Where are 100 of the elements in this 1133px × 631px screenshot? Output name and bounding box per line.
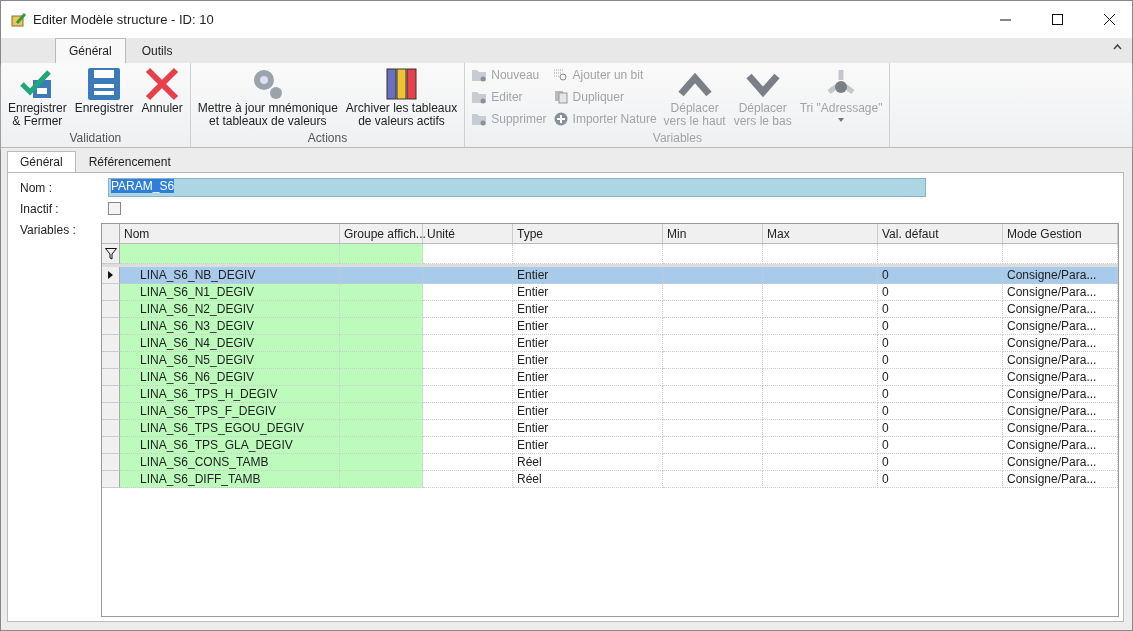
table-cell: 0 [878, 335, 1003, 352]
ribbon-button[interactable]: Archiver les tableaux de valeurs actifs [342, 66, 461, 131]
ribbon-button[interactable]: Enregistrer & Fermer [5, 66, 70, 131]
table-row[interactable]: LINA_S6_N3_DEGIV Entier 0 Consigne/Para... [102, 318, 1118, 335]
table-cell: 0 [878, 301, 1003, 318]
table-cell: Entier [513, 369, 663, 386]
group-label: Variables [651, 131, 703, 147]
column-header[interactable]: Val. défaut [878, 224, 1003, 243]
window-title: Editer Modèle structure - ID: 10 [33, 12, 215, 27]
ribbon-tab[interactable]: Outils [127, 38, 187, 63]
table-cell: Entier [513, 386, 663, 403]
table-cell: Entier [513, 420, 663, 437]
table-cell: 0 [878, 386, 1003, 403]
ribbon-button[interactable]: Annuler [138, 66, 186, 131]
filter-cell[interactable] [663, 244, 763, 264]
column-header[interactable]: Mode Gestion [1003, 224, 1118, 243]
table-cell: Réel [513, 471, 663, 488]
column-header[interactable]: Max [763, 224, 878, 243]
table-cell: 0 [878, 403, 1003, 420]
table-cell: 0 [878, 437, 1003, 454]
table-cell: Consigne/Para... [1003, 335, 1118, 352]
filter-cell[interactable] [120, 244, 340, 264]
table-row[interactable]: LINA_S6_N4_DEGIV Entier 0 Consigne/Para... [102, 335, 1118, 352]
folder-icon [471, 112, 488, 126]
table-cell: Entier [513, 352, 663, 369]
field-label: Variables : [20, 223, 77, 239]
table-cell: Entier [513, 267, 663, 284]
table-cell: LINA_S6_N5_DEGIV [120, 352, 340, 369]
table-cell: Consigne/Para... [1003, 454, 1118, 471]
filter-icon[interactable] [104, 247, 117, 260]
pencil-note-icon [11, 11, 27, 28]
table-cell: 0 [878, 420, 1003, 437]
table-row[interactable]: LINA_S6_TPS_EGOU_DEGIV Entier 0 Consigne/Para... [102, 420, 1118, 437]
close-icon [144, 66, 181, 102]
table-cell: 0 [878, 369, 1003, 386]
column-header[interactable]: Type [513, 224, 663, 243]
table-row[interactable]: LINA_S6_N6_DEGIV Entier 0 Consigne/Para... [102, 369, 1118, 386]
table-cell: Consigne/Para... [1003, 318, 1118, 335]
table-row[interactable]: LINA_S6_N2_DEGIV Entier 0 Consigne/Para... [102, 301, 1118, 318]
table-cell: LINA_S6_N3_DEGIV [120, 318, 340, 335]
table-cell: Entier [513, 437, 663, 454]
table-cell: LINA_S6_N2_DEGIV [120, 301, 340, 318]
table-cell: Consigne/Para... [1003, 369, 1118, 386]
table-row[interactable]: LINA_S6_TPS_GLA_DEGIV Entier 0 Consigne/Para... [102, 437, 1118, 454]
table-row[interactable]: LINA_S6_TPS_H_DEGIV Entier 0 Consigne/Para... [102, 386, 1118, 403]
table-cell: LINA_S6_DIFF_TAMB [120, 471, 340, 488]
ribbon-button[interactable]: Enregistrer [71, 66, 137, 131]
page-tab[interactable]: Général [7, 151, 76, 172]
table-row[interactable]: LINA_S6_N5_DEGIV Entier 0 Consigne/Para... [102, 352, 1118, 369]
table-cell: Entier [513, 403, 663, 420]
maximize-icon [1051, 14, 1063, 25]
ribbon-button[interactable]: Mettre à jour mnémonique et tableaux de valeurs [194, 66, 341, 131]
table-cell: Consigne/Para... [1003, 420, 1118, 437]
copy-icon [552, 90, 569, 104]
filter-cell[interactable] [513, 244, 663, 264]
group-label: Validation [68, 131, 123, 147]
filter-cell[interactable] [1003, 244, 1118, 264]
folder-icon [471, 90, 488, 104]
table-cell: 0 [878, 471, 1003, 488]
column-header[interactable]: Groupe affich... [340, 224, 423, 243]
binders-icon [383, 66, 420, 102]
table-row[interactable]: LINA_S6_NB_DEGIV Entier 0 Consigne/Para... [102, 267, 1118, 284]
collapse-icon[interactable] [1113, 44, 1122, 50]
table-cell: LINA_S6_TPS_H_DEGIV [120, 386, 340, 403]
table-cell: Consigne/Para... [1003, 386, 1118, 403]
table-cell: LINA_S6_N1_DEGIV [120, 284, 340, 301]
table-cell: Consigne/Para... [1003, 267, 1118, 284]
column-header[interactable]: Nom [120, 224, 340, 243]
table-cell: Entier [513, 335, 663, 352]
group-label: Actions [306, 131, 349, 147]
table-cell: Entier [513, 284, 663, 301]
filter-cell[interactable] [763, 244, 878, 264]
table-cell: 0 [878, 318, 1003, 335]
filter-cell[interactable] [878, 244, 1003, 264]
table-row[interactable]: LINA_S6_DIFF_TAMB Réel 0 Consigne/Para... [102, 471, 1118, 488]
name-field[interactable]: PARAM_S6 [108, 178, 926, 197]
current-row-icon [108, 271, 113, 279]
table-row[interactable]: LINA_S6_TPS_F_DEGIV Entier 0 Consigne/Para... [102, 403, 1118, 420]
close-icon [1103, 14, 1115, 25]
plus-circle-icon [552, 112, 569, 126]
table-cell: LINA_S6_TPS_F_DEGIV [120, 403, 340, 420]
filter-cell[interactable] [423, 244, 513, 264]
page-tab[interactable]: Référencement [75, 151, 184, 172]
column-header[interactable]: Min [663, 224, 763, 243]
table-cell: Réel [513, 454, 663, 471]
table-cell: Consigne/Para... [1003, 284, 1118, 301]
table-cell: Entier [513, 301, 663, 318]
table-cell: 0 [878, 284, 1003, 301]
table-row[interactable]: LINA_S6_CONS_TAMB Réel 0 Consigne/Para... [102, 454, 1118, 471]
table-cell: 0 [878, 267, 1003, 284]
table-cell: LINA_S6_N4_DEGIV [120, 335, 340, 352]
table-cell: LINA_S6_CONS_TAMB [120, 454, 340, 471]
table-cell: LINA_S6_NB_DEGIV [120, 267, 340, 284]
table-cell: 0 [878, 352, 1003, 369]
table-cell: Consigne/Para... [1003, 403, 1118, 420]
ribbon-tab[interactable]: Général [55, 38, 126, 63]
filter-cell[interactable] [340, 244, 423, 264]
table-cell: Consigne/Para... [1003, 301, 1118, 318]
field-label: Nom : [20, 180, 53, 195]
table-row[interactable]: LINA_S6_N1_DEGIV Entier 0 Consigne/Para... [102, 284, 1118, 301]
